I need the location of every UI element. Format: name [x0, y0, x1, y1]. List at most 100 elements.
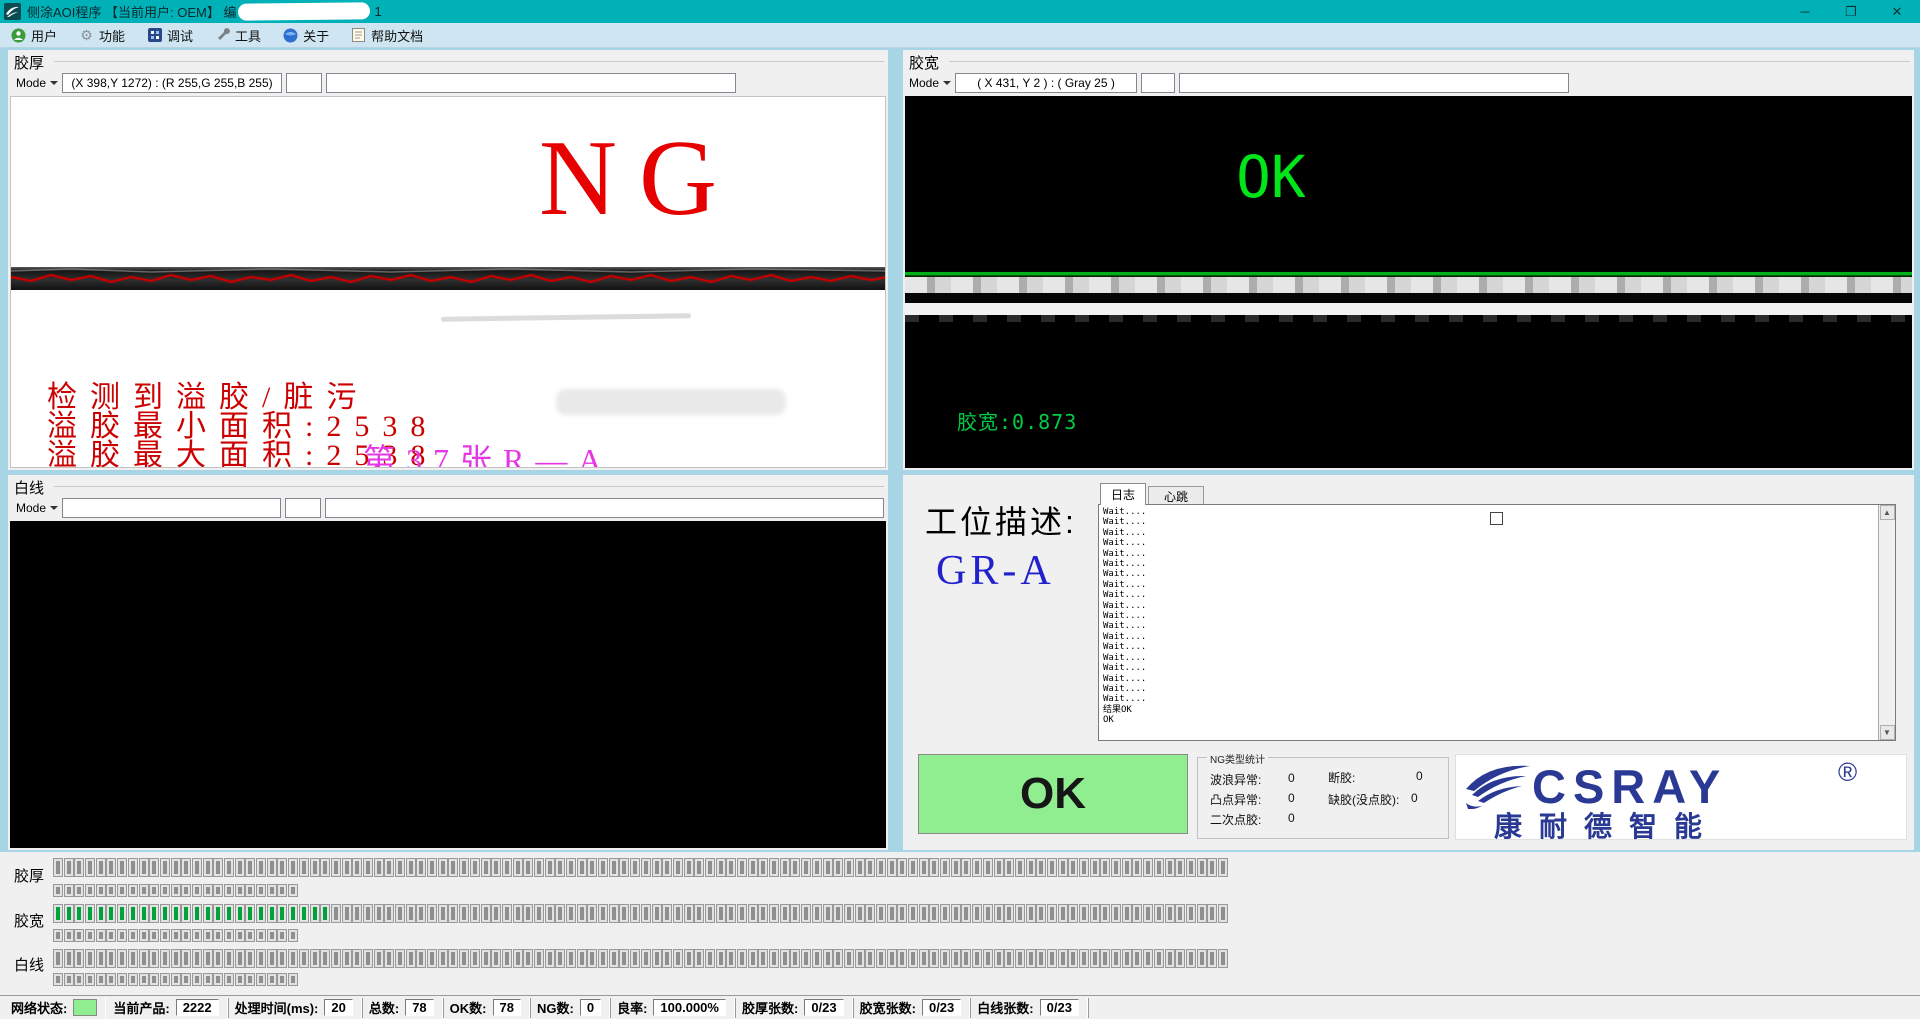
progress-cell	[395, 904, 405, 923]
progress-cell	[994, 949, 1004, 968]
log-line: Wait....	[1103, 684, 1891, 694]
progress-cell	[363, 858, 373, 877]
panel-jiaohou-title: 胶厚	[14, 52, 50, 73]
status-jiaohou-frames: 胶厚张数: 0/23	[735, 998, 853, 1018]
progress-cell	[171, 904, 181, 923]
close-button[interactable]: ✕	[1874, 0, 1920, 23]
progress-cell	[416, 858, 426, 877]
maximize-button[interactable]: ❐	[1828, 0, 1874, 23]
progress-cell	[1154, 904, 1164, 923]
progress-cell	[245, 858, 255, 877]
progress-cell	[64, 929, 74, 942]
status-value: 2222	[176, 999, 219, 1016]
scroll-up-icon[interactable]: ▲	[1880, 505, 1895, 520]
result-text-ng: NG	[539, 125, 739, 233]
progress-cell	[598, 858, 608, 877]
progress-cell	[53, 884, 63, 897]
progress-cell	[705, 858, 715, 877]
progress-cell	[459, 858, 469, 877]
stat-value: 0	[1411, 791, 1418, 805]
menu-item-help-doc[interactable]: 帮助文档	[340, 23, 434, 47]
panel-jiaohou: 胶厚 Mode (X 398,Y 1272) : (R 255,G 255,B …	[8, 50, 888, 470]
mode-dropdown-baixian[interactable]: Mode	[12, 498, 62, 518]
progress-cell	[320, 904, 330, 923]
log-scrollbar[interactable]: ▲ ▼	[1878, 505, 1895, 740]
image-artifact	[556, 389, 786, 415]
station-desc-label: 工位描述:	[925, 497, 1077, 543]
progress-cell	[171, 973, 181, 986]
progress-cell	[983, 904, 993, 923]
progress-cell	[1122, 949, 1132, 968]
progress-cell	[545, 949, 555, 968]
result-ok-button[interactable]: OK	[918, 754, 1188, 834]
progress-cell	[235, 949, 245, 968]
progress-cell	[502, 904, 512, 923]
progress-cell	[203, 949, 213, 968]
jiaohou-image-view[interactable]: NG 检测到溢胶/脏污 溢胶最小面积:2538 溢胶最大面积:2538 第37张…	[10, 96, 886, 468]
progress-cell	[160, 858, 170, 877]
menu-label: 帮助文档	[371, 26, 423, 45]
progress-cell	[245, 929, 255, 942]
progress-cell	[983, 949, 993, 968]
progress-cell	[139, 858, 149, 877]
progress-cell	[972, 858, 982, 877]
progress-cell	[310, 858, 320, 877]
progress-cell	[267, 973, 277, 986]
mode-dropdown-jiaokuan[interactable]: Mode	[905, 73, 955, 93]
progress-cell	[203, 884, 213, 897]
log-line: Wait....	[1103, 601, 1891, 611]
log-list[interactable]: Wait....Wait....Wait....Wait....Wait....…	[1098, 504, 1896, 741]
mode-dropdown-jiaohou[interactable]: Mode	[12, 73, 62, 93]
progress-cell	[96, 884, 106, 897]
progress-cell	[438, 949, 448, 968]
progress-cell	[181, 884, 191, 897]
progress-cell	[855, 858, 865, 877]
baixian-image-view[interactable]	[10, 521, 886, 848]
progress-cell	[694, 858, 704, 877]
progress-cell	[780, 858, 790, 877]
progress-cell	[737, 858, 747, 877]
scroll-down-icon[interactable]: ▼	[1880, 725, 1895, 740]
menu-item-user[interactable]: 用户	[0, 23, 68, 47]
status-label: 良率:	[617, 998, 647, 1017]
progress-cell	[876, 904, 886, 923]
progress-cell	[245, 973, 255, 986]
menu-label: 调试	[167, 26, 193, 45]
tab-log[interactable]: 日志	[1100, 483, 1146, 505]
menu-bar: 用户 ⚙ 功能 调试 工具 关于 帮助文档	[0, 23, 1920, 48]
mode-label: Mode	[16, 76, 46, 90]
progress-cell	[1165, 858, 1175, 877]
menu-item-tools[interactable]: 工具	[204, 23, 272, 47]
redaction-blob	[238, 2, 370, 20]
progress-cell	[1122, 904, 1132, 923]
progress-cell	[534, 858, 544, 877]
minimize-button[interactable]: ─	[1782, 0, 1828, 23]
log-line: Wait....	[1103, 590, 1891, 600]
app-icon	[4, 3, 21, 20]
log-checkbox[interactable]	[1490, 512, 1503, 525]
log-line: Wait....	[1103, 653, 1891, 663]
progress-cell	[85, 949, 95, 968]
menu-item-functions[interactable]: ⚙ 功能	[68, 23, 136, 47]
progress-cell	[74, 858, 84, 877]
progress-cell	[855, 949, 865, 968]
log-line: Wait....	[1103, 611, 1891, 621]
progress-cell	[149, 973, 159, 986]
progress-cell	[780, 949, 790, 968]
progress-cell	[1218, 904, 1228, 923]
progress-cell	[1186, 904, 1196, 923]
menu-item-debug[interactable]: 调试	[136, 23, 204, 47]
status-label: 白线张数:	[977, 998, 1033, 1017]
progress-cell	[470, 949, 480, 968]
progress-cell	[705, 949, 715, 968]
progress-cell	[1186, 949, 1196, 968]
menu-item-about[interactable]: 关于	[272, 23, 340, 47]
progress-cell	[1175, 858, 1185, 877]
progress-cell	[181, 858, 191, 877]
progress-cell	[812, 949, 822, 968]
progress-cell	[128, 858, 138, 877]
chevron-down-icon	[50, 506, 58, 510]
jiaokuan-image-view[interactable]: OK 胶宽:0.873	[905, 96, 1912, 468]
status-value: 0/23	[1040, 999, 1079, 1016]
tab-heartbeat[interactable]: 心跳	[1148, 486, 1204, 505]
